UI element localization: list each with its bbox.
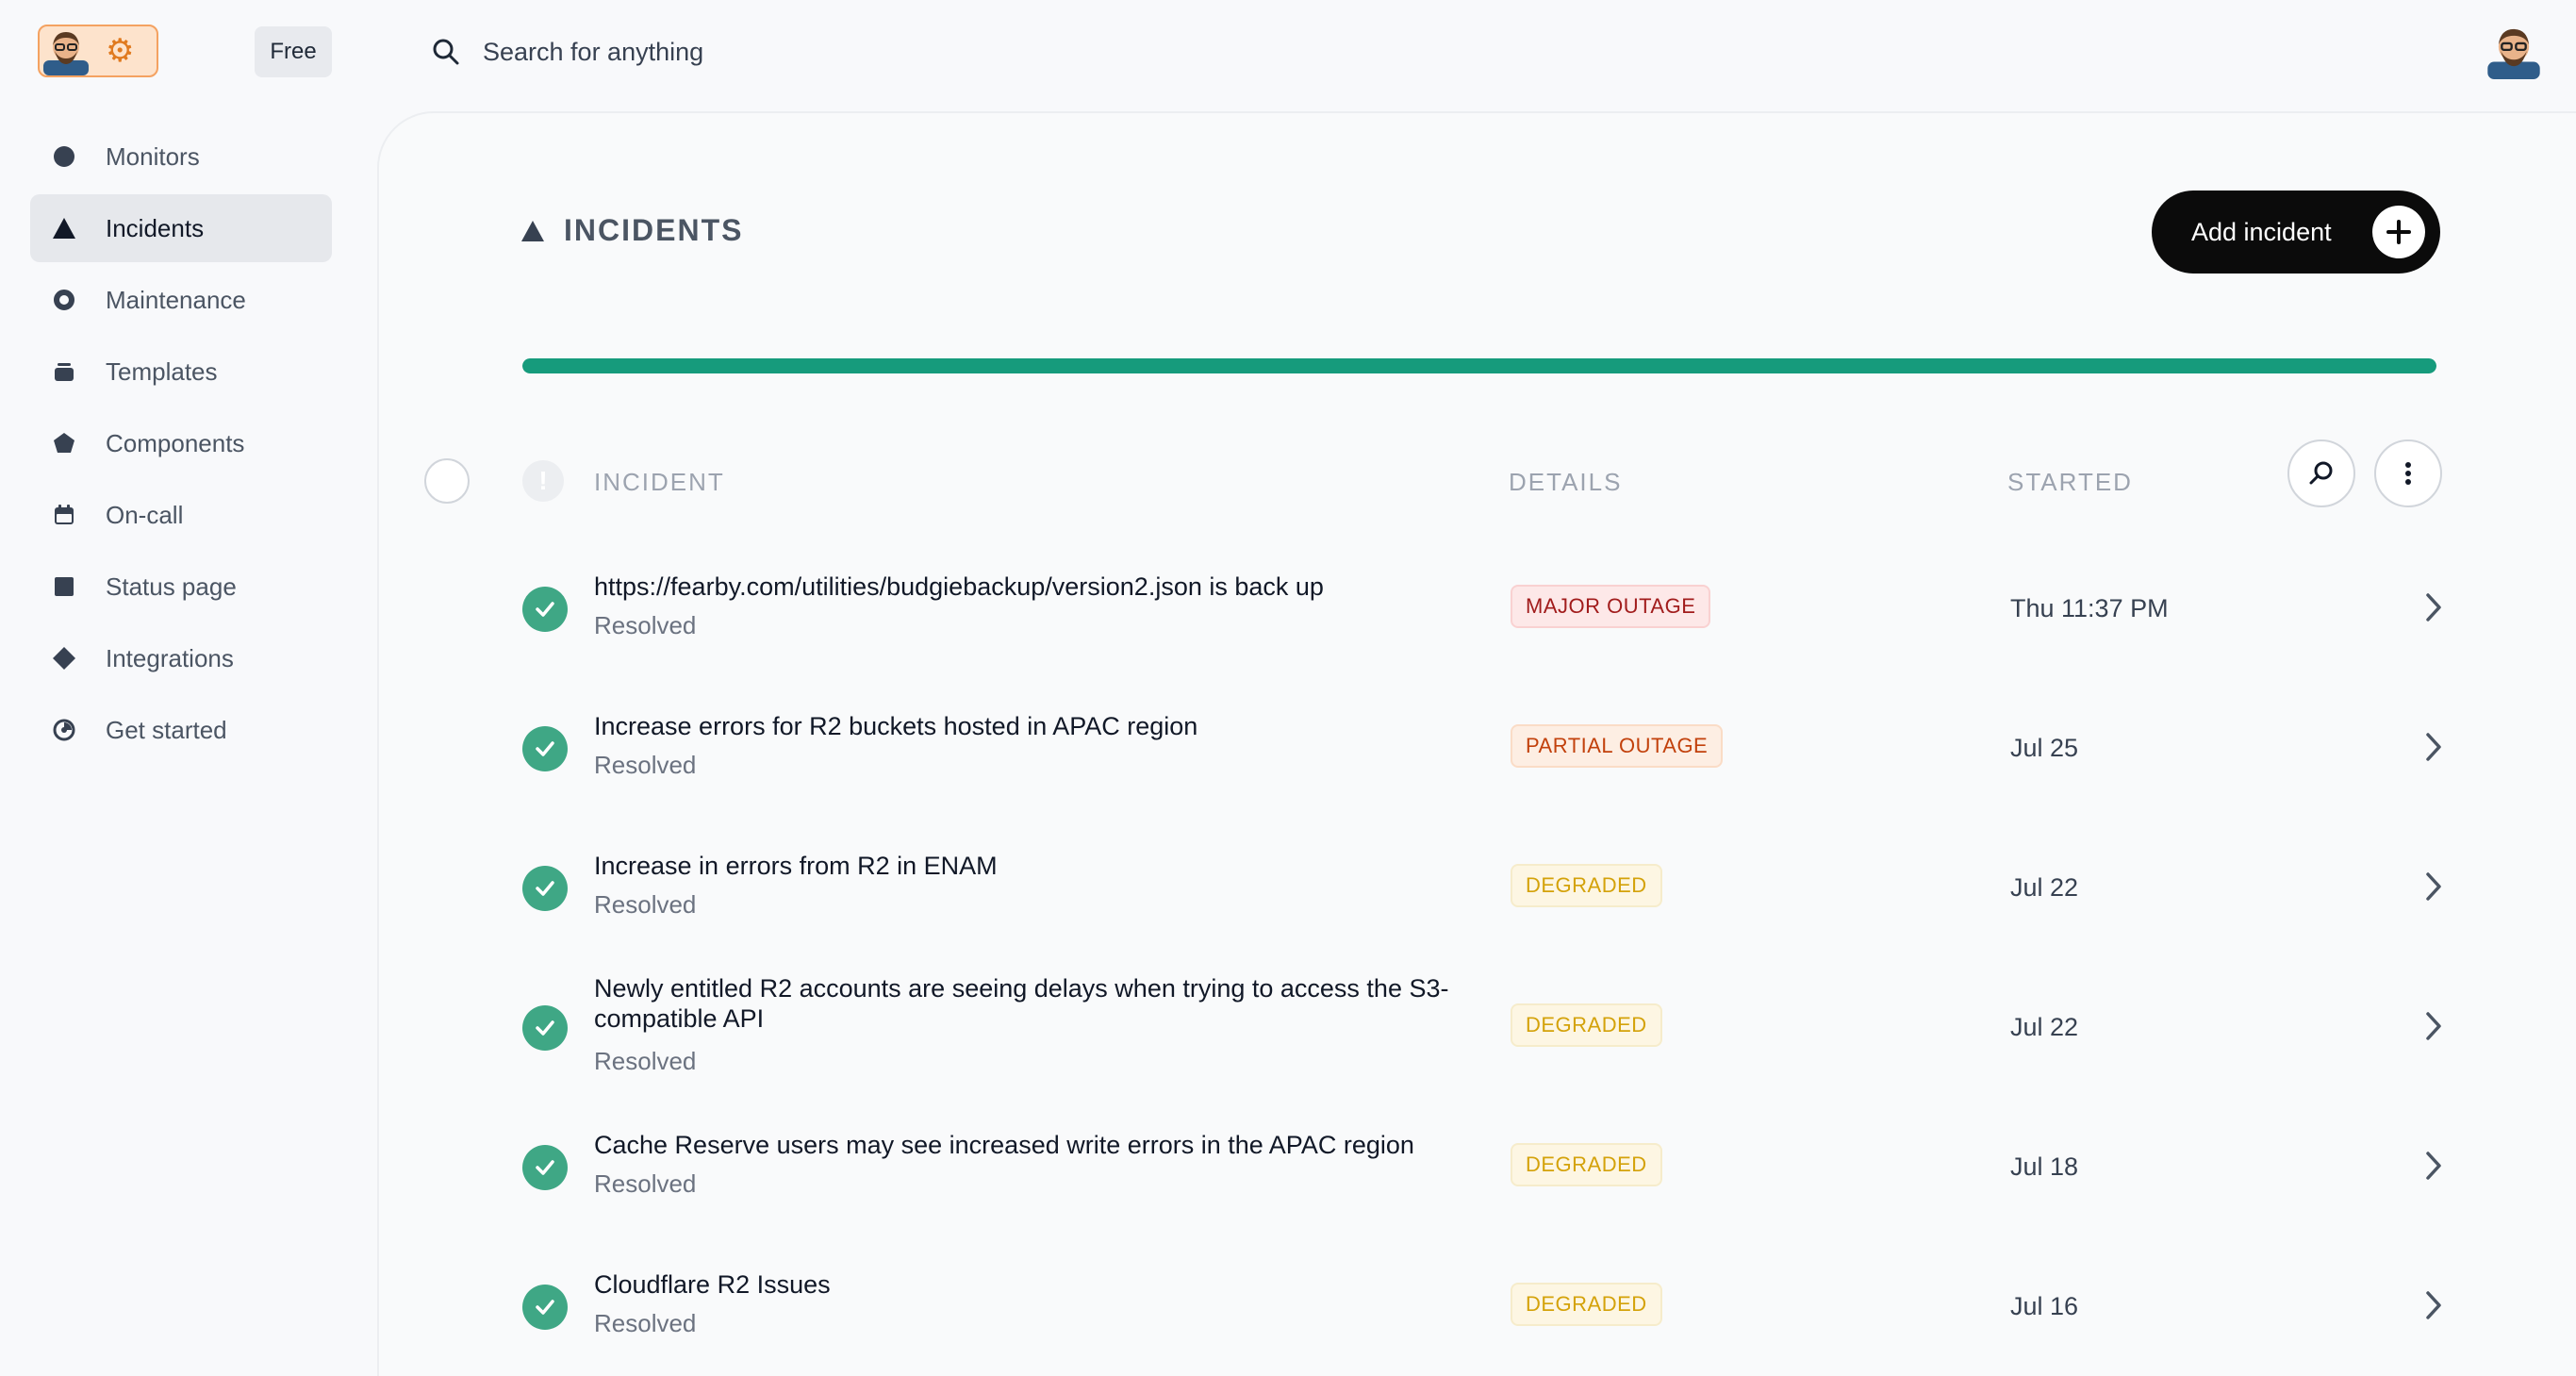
severity-badge: MAJOR OUTAGE <box>1511 585 1711 628</box>
sidebar-item-label: Status page <box>106 572 237 601</box>
incident-status: Resolved <box>594 1047 697 1075</box>
sidebar-item-label: Integrations <box>106 643 234 672</box>
stack-icon <box>51 358 77 385</box>
search-icon <box>2309 461 2333 485</box>
square-icon <box>51 573 77 600</box>
incident-title[interactable]: Increase errors for R2 buckets hosted in… <box>594 711 1471 741</box>
page-title: INCIDENTS <box>520 213 743 248</box>
incident-status: Resolved <box>594 751 697 779</box>
sidebar-item-label: Monitors <box>106 141 200 171</box>
incident-title[interactable]: Newly entitled R2 accounts are seeing de… <box>594 973 1471 1034</box>
incident-started: Jul 25 <box>2010 734 2079 762</box>
table-row[interactable]: Increase in errors from R2 in ENAM Resol… <box>379 807 2576 947</box>
triangle-icon <box>521 220 544 241</box>
ring-icon <box>51 287 77 313</box>
search-incidents-button[interactable] <box>2287 439 2355 507</box>
incident-title[interactable]: Cache Reserve users may see increased wr… <box>594 1130 1471 1160</box>
incident-status: Resolved <box>594 611 697 639</box>
calendar-icon <box>51 502 77 528</box>
sidebar-item-label: Get started <box>106 715 227 744</box>
avatar-icon <box>40 25 92 77</box>
user-avatar[interactable] <box>2485 23 2542 79</box>
sidebar-item-label: Maintenance <box>106 285 246 314</box>
chevron-right-icon[interactable] <box>2419 1149 2448 1183</box>
incident-title[interactable]: Increase in errors from R2 in ENAM <box>594 851 1471 881</box>
severity-badge: DEGRADED <box>1511 1283 1662 1326</box>
column-header-incident[interactable]: INCIDENT <box>594 468 725 497</box>
incident-status: Resolved <box>594 890 697 919</box>
table-row[interactable]: Increase errors for R2 buckets hosted in… <box>379 668 2576 807</box>
plan-badge[interactable]: Free <box>255 26 332 77</box>
incident-status: Resolved <box>594 1309 697 1337</box>
resolved-check-icon <box>522 726 568 771</box>
table-row[interactable]: Cloudflare R2 Issues Resolved DEGRADED J… <box>379 1226 2576 1366</box>
incident-started: Thu 11:37 PM <box>2010 594 2169 622</box>
incident-started: Jul 22 <box>2010 1013 2079 1041</box>
column-header-details[interactable]: DETAILS <box>1509 468 1622 497</box>
search-input[interactable] <box>483 37 1143 67</box>
gear-icon: ⚙ <box>106 33 135 69</box>
sidebar-item-monitors[interactable]: Monitors <box>30 123 332 191</box>
sidebar-item-integrations[interactable]: Integrations <box>30 624 332 692</box>
table-row[interactable]: https://fearby.com/utilities/budgiebacku… <box>379 528 2576 668</box>
sidebar-item-label: On-call <box>106 500 184 529</box>
sidebar-item-label: Components <box>106 428 245 457</box>
resolved-check-icon <box>522 1005 568 1051</box>
sidebar-item-incidents[interactable]: Incidents <box>30 194 332 262</box>
triangle-icon <box>51 215 77 241</box>
select-all-checkbox[interactable] <box>424 458 470 504</box>
chevron-right-icon[interactable] <box>2419 1009 2448 1043</box>
incident-started: Jul 22 <box>2010 873 2079 902</box>
sidebar-item-label: Incidents <box>106 213 205 242</box>
avatar-icon <box>2487 28 2540 79</box>
diamond-icon <box>51 645 77 671</box>
brand-logo[interactable]: ⚙ <box>38 25 158 77</box>
chevron-right-icon[interactable] <box>2419 1288 2448 1322</box>
column-header-started[interactable]: STARTED <box>2007 468 2133 497</box>
more-options-button[interactable] <box>2374 439 2442 507</box>
severity-badge: PARTIAL OUTAGE <box>1511 724 1724 768</box>
alert-icon: ! <box>522 460 564 502</box>
circle-icon <box>51 143 77 170</box>
plus-icon <box>2372 206 2425 258</box>
sidebar-nav: Monitors Incidents Maintenance Templates… <box>30 123 332 768</box>
incident-status: Resolved <box>594 1169 697 1198</box>
resolved-check-icon <box>522 1145 568 1190</box>
sidebar-item-components[interactable]: Components <box>30 409 332 477</box>
table-header: ! INCIDENT DETAILS STARTED <box>379 439 2576 515</box>
sidebar-item-on-call[interactable]: On-call <box>30 481 332 549</box>
chevron-right-icon[interactable] <box>2419 590 2448 624</box>
table-row[interactable]: Newly entitled R2 accounts are seeing de… <box>379 947 2576 1086</box>
search-icon <box>433 39 459 65</box>
kebab-menu-icon <box>2405 462 2411 485</box>
resolved-check-icon <box>522 866 568 911</box>
add-incident-label: Add incident <box>2191 217 2332 246</box>
resolved-check-icon <box>522 587 568 632</box>
sidebar-item-label: Templates <box>106 356 218 386</box>
table-row[interactable]: Cache Reserve users may see increased wr… <box>379 1086 2576 1226</box>
pentagon-icon <box>51 430 77 456</box>
page-title-text: INCIDENTS <box>564 213 744 247</box>
gauge-icon <box>51 717 77 743</box>
severity-badge: DEGRADED <box>1511 1143 1662 1186</box>
chevron-right-icon[interactable] <box>2419 870 2448 904</box>
severity-badge: DEGRADED <box>1511 1003 1662 1047</box>
progress-fill <box>522 358 2436 373</box>
incident-title[interactable]: Cloudflare R2 Issues <box>594 1269 1471 1300</box>
sidebar-item-templates[interactable]: Templates <box>30 338 332 406</box>
chevron-right-icon[interactable] <box>2419 730 2448 764</box>
incident-started: Jul 16 <box>2010 1292 2079 1320</box>
resolved-check-icon <box>522 1285 568 1330</box>
main-panel: INCIDENTS Add incident ! INCIDENT DETAIL… <box>377 111 2576 1376</box>
add-incident-button[interactable]: Add incident <box>2152 191 2440 274</box>
sidebar-item-status-page[interactable]: Status page <box>30 553 332 621</box>
progress-bar <box>522 358 2436 373</box>
sidebar: ⚙ Free Monitors Incidents Maintenance Te <box>0 0 377 1376</box>
incident-started: Jul 18 <box>2010 1152 2079 1181</box>
search-bar <box>430 28 1184 75</box>
incident-title[interactable]: https://fearby.com/utilities/budgiebacku… <box>594 572 1471 602</box>
sidebar-item-maintenance[interactable]: Maintenance <box>30 266 332 334</box>
severity-badge: DEGRADED <box>1511 864 1662 907</box>
sidebar-item-get-started[interactable]: Get started <box>30 696 332 764</box>
